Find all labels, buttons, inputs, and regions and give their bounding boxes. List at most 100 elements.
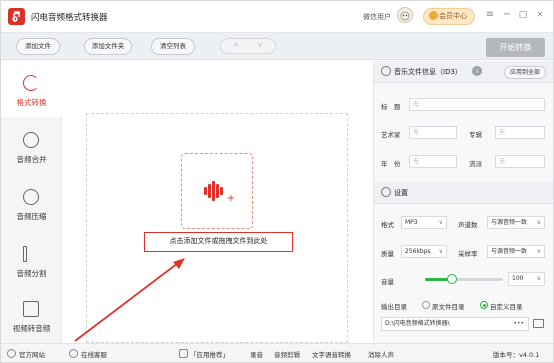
- apply-all-button[interactable]: 应用到全部: [504, 66, 546, 79]
- custom-dir-radio[interactable]: [480, 301, 488, 309]
- volume-slider[interactable]: [425, 274, 503, 284]
- album-field[interactable]: 无: [495, 126, 545, 139]
- channel-label: 声道数: [458, 221, 478, 229]
- chevron-down-icon: ∨: [438, 248, 443, 255]
- app-recommend-label: 「应用推荐」: [190, 351, 229, 359]
- video-icon: [23, 301, 39, 317]
- add-audio-icon[interactable]: +: [181, 153, 253, 229]
- channel-value: 与源音频一致: [491, 219, 528, 226]
- sample-rate-select[interactable]: 与源音频一致 ∨: [487, 245, 545, 258]
- app-link-vocal-remove[interactable]: 消除人声: [368, 349, 394, 359]
- maximize-icon[interactable]: □: [517, 9, 529, 21]
- title-bar: 闪电音频格式转换器 微信用户 会员中心 ≡ − □ ✕: [1, 1, 553, 32]
- chevron-down-icon: ∨: [536, 248, 541, 255]
- sidebar-item-label: 视频转音频: [12, 324, 51, 333]
- genre-label: 流派: [469, 160, 482, 168]
- year-field[interactable]: 无: [409, 155, 457, 168]
- menu-icon[interactable]: ≡: [484, 9, 496, 21]
- browse-button[interactable]: •••: [513, 318, 524, 330]
- sidebar-item-label: 格式转换: [16, 98, 47, 107]
- album-label: 专辑: [469, 131, 482, 139]
- vip-center-button[interactable]: 会员中心: [423, 8, 475, 25]
- sample-rate-value: 与源音频一致: [491, 248, 528, 255]
- sidebar-item-label: 音频分割: [16, 269, 47, 278]
- quality-select[interactable]: 256kbps ∨: [401, 245, 447, 258]
- add-file-button[interactable]: 添加文件: [16, 38, 60, 55]
- recommend-icon: [179, 349, 188, 358]
- title-label: 标 题: [381, 103, 401, 111]
- close-icon[interactable]: ✕: [534, 9, 546, 21]
- user-avatar[interactable]: [397, 7, 413, 23]
- artist-label: 艺术家: [381, 131, 401, 139]
- crown-icon: [429, 11, 438, 20]
- start-convert-button[interactable]: 开始转换: [486, 38, 545, 57]
- clear-list-button[interactable]: 清空列表: [151, 38, 195, 55]
- quality-label: 质量: [381, 250, 394, 258]
- sidebar-item-audio-split[interactable]: 音频分割: [1, 232, 62, 288]
- minimize-icon[interactable]: −: [501, 9, 513, 21]
- music-info-header: 音乐文件信息（ID3） i 应用到全部: [374, 61, 553, 83]
- sidebar-item-audio-merge[interactable]: 音频合并: [1, 118, 62, 174]
- chevron-down-icon: ∨: [536, 219, 541, 226]
- format-value: MP3: [405, 219, 418, 226]
- format-label: 格式: [381, 221, 394, 229]
- refresh-icon: [23, 75, 39, 91]
- volume-input[interactable]: 100 ∨: [508, 272, 545, 286]
- output-path-value: D:\闪电音频格式转换器\: [385, 320, 450, 327]
- open-folder-icon[interactable]: [533, 319, 544, 328]
- split-icon: [23, 246, 27, 262]
- chevron-down-icon: ∨: [536, 275, 541, 282]
- headset-icon: [69, 349, 78, 358]
- sample-rate-label: 采样率: [458, 250, 478, 258]
- toolbar: 添加文件 添加文件夹 清空列表 ∧ ∨ 开始转换: [1, 32, 553, 60]
- settings-header: 设置: [374, 182, 553, 204]
- channel-select[interactable]: 与源音频一致 ∨: [487, 216, 545, 229]
- app-logo-icon: [8, 8, 25, 25]
- drop-zone-hint[interactable]: 点击添加文件或拖拽文件到此处: [144, 232, 293, 252]
- music-info-icon: [381, 66, 391, 76]
- order-nav-buttons: ∧ ∨: [220, 38, 276, 54]
- status-bar: 官方网站 在线客服 「应用推荐」 录音 音频剪辑 文字语音转换 消除人声 版本号…: [1, 343, 553, 362]
- sidebar-item-label: 音频合并: [16, 155, 47, 164]
- volume-slider-handle[interactable]: [447, 274, 457, 284]
- custom-dir-label: 自定义目录: [490, 303, 523, 311]
- output-path-field[interactable]: D:\闪电音频格式转换器\ •••: [381, 317, 529, 331]
- volume-value: 100: [512, 275, 524, 282]
- artist-field[interactable]: 无: [409, 126, 457, 139]
- move-up-button[interactable]: ∧: [233, 40, 239, 49]
- sidebar-item-format-convert[interactable]: 格式转换: [1, 61, 62, 117]
- title-field[interactable]: 无: [409, 98, 545, 111]
- sidebar-item-audio-compress[interactable]: 音频压缩: [1, 175, 62, 231]
- info-icon[interactable]: i: [472, 66, 482, 76]
- settings-title: 设置: [394, 189, 408, 197]
- plus-icon: +: [225, 193, 237, 205]
- output-dir-label: 输出目录: [381, 303, 407, 311]
- music-info-title: 音乐文件信息（ID3）: [394, 68, 462, 76]
- gear-icon: [381, 187, 391, 197]
- source-dir-label: 原文件目录: [432, 303, 465, 311]
- version-label: 版本号：v4.0.1: [493, 351, 540, 359]
- sidebar-item-video-to-audio[interactable]: 视频转音频: [1, 287, 62, 343]
- app-title: 闪电音频格式转换器: [31, 13, 108, 23]
- app-link-tts[interactable]: 文字语音转换: [312, 349, 351, 359]
- app-link-record[interactable]: 录音: [250, 349, 263, 359]
- source-dir-radio[interactable]: [422, 301, 430, 309]
- volume-label: 音量: [381, 278, 394, 286]
- move-down-button[interactable]: ∨: [257, 40, 263, 49]
- home-icon: [7, 349, 16, 358]
- vip-label: 会员中心: [439, 12, 467, 20]
- add-folder-button[interactable]: 添加文件夹: [84, 38, 132, 55]
- compress-icon: [23, 189, 39, 205]
- merge-icon: [23, 132, 39, 148]
- online-service-link[interactable]: 在线客服: [81, 349, 107, 359]
- year-label: 年 份: [381, 160, 401, 168]
- sidebar: 格式转换 音频合并 音频压缩 音频分割 视频转音频: [1, 61, 62, 343]
- quality-value: 256kbps: [405, 248, 431, 255]
- app-link-audio-edit[interactable]: 音频剪辑: [274, 349, 300, 359]
- chevron-down-icon: ∨: [438, 219, 443, 226]
- app-window: 闪电音频格式转换器 微信用户 会员中心 ≡ − □ ✕ 添加文件 添加文件夹 清…: [0, 0, 554, 363]
- genre-field[interactable]: 无: [495, 155, 545, 168]
- website-link[interactable]: 官方网站: [19, 349, 45, 359]
- format-select[interactable]: MP3 ∨: [401, 216, 447, 229]
- user-name[interactable]: 微信用户: [363, 12, 391, 22]
